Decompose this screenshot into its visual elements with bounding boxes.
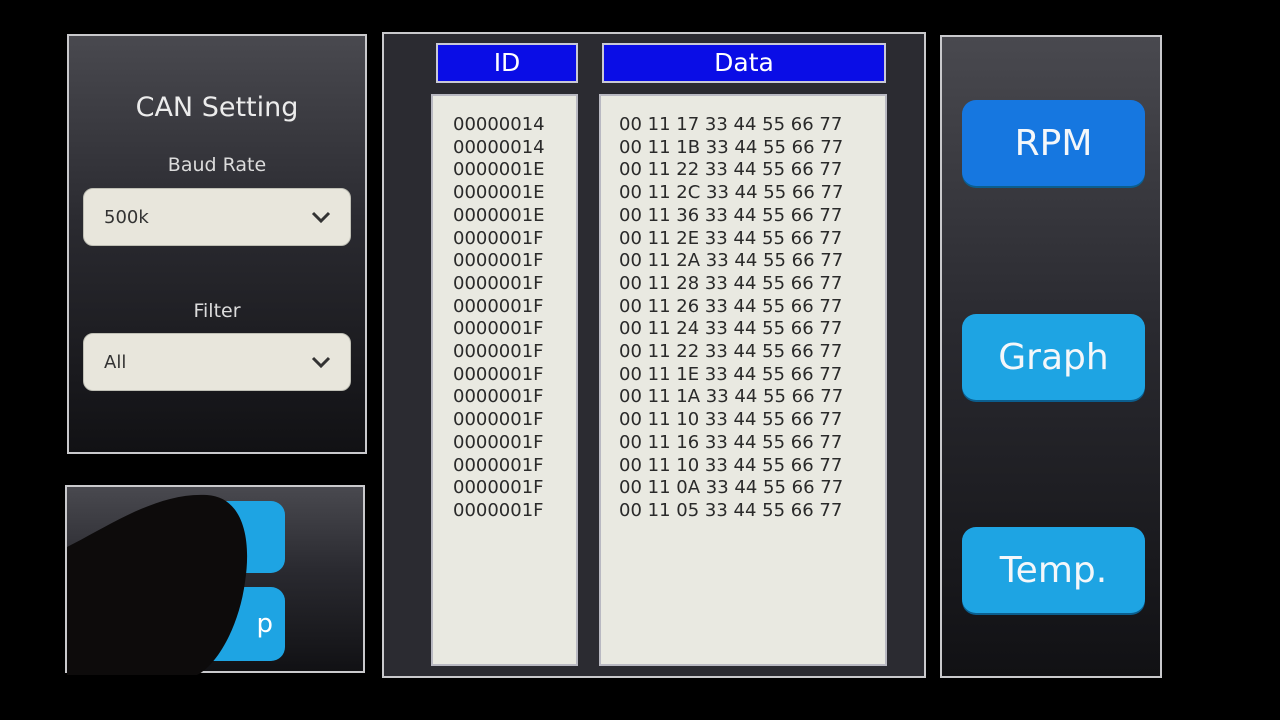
filter-value: All <box>104 351 127 373</box>
data-cell: 00 11 1A 33 44 55 66 77 <box>619 386 844 408</box>
id-cell: 00000014 <box>453 136 545 158</box>
id-cell: 0000001F <box>453 386 544 408</box>
data-cell: 00 11 10 33 44 55 66 77 <box>619 409 843 431</box>
data-cell: 00 11 1B 33 44 55 66 77 <box>619 136 844 158</box>
control-panel: p <box>65 485 365 675</box>
id-cell: 0000001F <box>453 295 544 317</box>
data-cell: 00 11 16 33 44 55 66 77 <box>619 431 843 453</box>
rpm-button[interactable]: RPM <box>962 100 1145 186</box>
filter-dropdown[interactable]: All <box>83 333 351 391</box>
id-cell: 0000001F <box>453 250 544 272</box>
temp-button[interactable]: Temp. <box>962 527 1145 613</box>
id-cell: 0000001E <box>453 159 545 181</box>
finger-occlusion <box>67 494 248 675</box>
chevron-down-icon <box>311 211 331 224</box>
id-cell: 0000001E <box>453 182 545 204</box>
data-cell: 00 11 17 33 44 55 66 77 <box>619 114 843 135</box>
id-cell: 0000001F <box>453 341 544 363</box>
id-cell: 0000001F <box>453 363 544 385</box>
id-cell: 0000001F <box>453 454 544 476</box>
data-cell: 00 11 26 33 44 55 66 77 <box>619 295 843 317</box>
filter-label: Filter <box>193 300 241 322</box>
can-settings-panel: CAN Setting Baud Rate 500k Filter All <box>67 34 367 454</box>
can-message-log: ID Data 00000014 00000014 0000001E 0000001E… <box>382 32 926 678</box>
data-cell: 00 11 22 33 44 55 66 77 <box>619 159 843 181</box>
id-cell: 0000001E <box>453 204 545 226</box>
baud-rate-label: Baud Rate <box>167 154 267 176</box>
id-column-list[interactable]: 00000014 00000014 0000001E 0000001E 0000001E… <box>431 94 578 666</box>
graph-button[interactable]: Graph <box>962 314 1145 400</box>
data-cell: 00 11 0A 33 44 55 66 77 <box>619 477 844 499</box>
data-cell: 00 11 2C 33 44 55 66 77 <box>619 182 844 204</box>
id-cell: 0000001F <box>453 409 544 431</box>
id-cell: 0000001F <box>453 227 544 249</box>
baud-rate-dropdown[interactable]: 500k <box>83 188 351 246</box>
id-cell: 0000001F <box>453 272 544 294</box>
id-cell: 0000001F <box>453 431 544 453</box>
id-cell: 0000001F <box>453 318 544 340</box>
data-cell: 00 11 1E 33 44 55 66 77 <box>619 363 843 385</box>
navigation-panel: RPM Graph Temp. <box>940 35 1162 678</box>
settings-title: CAN Setting <box>135 92 299 123</box>
data-cell: 00 11 28 33 44 55 66 77 <box>619 272 843 294</box>
data-cell: 00 11 2E 33 44 55 66 77 <box>619 227 843 249</box>
baud-rate-value: 500k <box>104 206 149 228</box>
id-cell: 0000001F <box>453 477 544 499</box>
data-cell: 00 11 24 33 44 55 66 77 <box>619 318 843 340</box>
data-cell: 00 11 22 33 44 55 66 77 <box>619 341 843 363</box>
data-cell: 00 11 10 33 44 55 66 77 <box>619 454 843 476</box>
data-cell: 00 11 36 33 44 55 66 77 <box>619 204 843 226</box>
data-cell: 00 11 2A 33 44 55 66 77 <box>619 250 844 272</box>
chevron-down-icon <box>311 356 331 369</box>
data-column-header: Data <box>602 43 886 83</box>
data-cell: 00 11 05 33 44 55 66 77 <box>619 499 843 521</box>
data-column-list[interactable]: 00 11 17 33 44 55 66 77 00 11 1B 33 44 55… <box>599 94 887 666</box>
id-column-header: ID <box>436 43 578 83</box>
id-cell: 00000014 <box>453 114 545 135</box>
id-cell: 0000001F <box>453 499 544 521</box>
